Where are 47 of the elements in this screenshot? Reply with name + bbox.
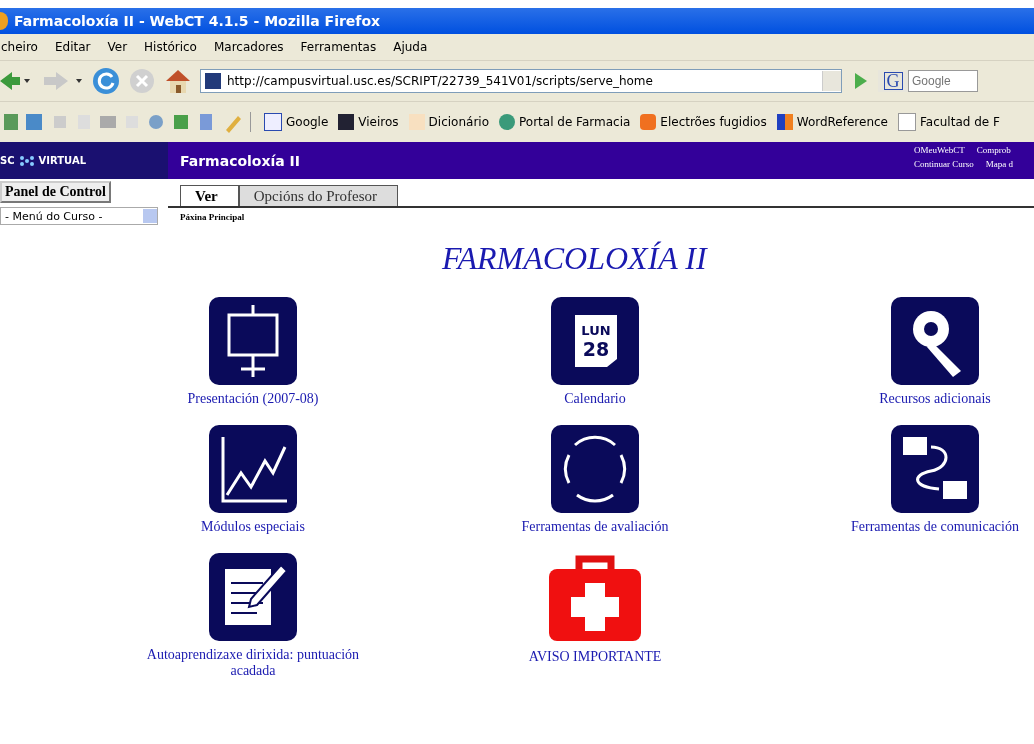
tool-link[interactable]: Ferramentas de comunicación — [815, 519, 1034, 535]
window-title: Farmacoloxía II - WebCT 4.1.5 - Mozilla Firefox — [14, 13, 381, 29]
control-panel-button[interactable]: Panel de Control — [0, 181, 111, 203]
course-title: Farmacoloxía II — [180, 152, 301, 169]
tool-link[interactable]: Calendario — [475, 391, 715, 407]
logo: SC VIRTUAL — [0, 142, 168, 179]
tab[interactable]: Opcións do Profesor — [238, 185, 399, 206]
menu-item[interactable]: Histórico — [144, 40, 197, 54]
search-engine-button[interactable]: G — [878, 70, 908, 92]
home-icon[interactable] — [164, 67, 192, 95]
tool-link[interactable]: Ferramentas de avaliación — [475, 519, 715, 535]
address-bar[interactable]: http://campusvirtual.usc.es/SCRIPT/22739_541V01/scripts/serve_home — [200, 69, 842, 93]
header-link[interactable]: Continuar Curso — [914, 159, 974, 169]
page-heading: FARMACOLOXÍA II — [442, 240, 707, 277]
tab[interactable]: Ver — [180, 185, 239, 206]
tool-link[interactable]: AVISO IMPORTANTE — [475, 649, 715, 665]
menu-item[interactable]: Ver — [107, 40, 128, 54]
header-link[interactable]: Comprob — [976, 145, 1011, 155]
exchange-arrows-icon[interactable] — [891, 425, 979, 513]
course-menu-select[interactable]: - Menú do Curso - — [0, 207, 158, 225]
first-aid-kit-icon[interactable] — [547, 553, 643, 643]
bookmark-link[interactable]: Electrões fugidios — [640, 114, 767, 130]
bookmark-link[interactable]: Vieiros — [338, 114, 399, 130]
menu-item[interactable]: Editar — [54, 40, 91, 54]
bookmark-link[interactable]: Facultad de F — [898, 113, 1000, 131]
tool-link[interactable]: Recursos adicionais — [815, 391, 1034, 407]
header-link[interactable]: OMeuWebCT — [914, 145, 965, 155]
menu-item[interactable]: Ferramentas — [300, 40, 377, 54]
tool-link[interactable]: Módulos especiais — [133, 519, 373, 535]
bookmark-link[interactable]: Portal de Farmacia — [499, 114, 631, 130]
menu-item[interactable]: cheiro — [1, 40, 38, 54]
notepad-pencil-icon[interactable] — [209, 553, 297, 641]
menu-item[interactable]: Ajuda — [393, 40, 428, 54]
header-link[interactable]: Mapa d — [985, 159, 1013, 169]
bookmark-link[interactable]: WordReference — [776, 114, 888, 130]
bookmark-link[interactable]: Google — [264, 113, 329, 131]
easel-icon[interactable] — [209, 297, 297, 385]
line-chart-icon[interactable] — [209, 425, 297, 513]
reload-icon[interactable] — [92, 67, 120, 95]
calendar-icon[interactable]: LUN 28 — [551, 297, 639, 385]
search-field[interactable]: Google — [908, 70, 978, 92]
breadcrumb: Páxina Principal — [179, 211, 246, 224]
tool-link[interactable]: Presentación (2007-08) — [133, 391, 373, 407]
menu-item[interactable]: Marcadores — [213, 40, 284, 54]
back-arrow-icon[interactable] — [0, 69, 30, 93]
bookmark-link[interactable]: Dicionário — [408, 114, 489, 130]
tool-link[interactable]: Autoaprendizaxe dirixida: puntuación acadada — [133, 647, 373, 679]
